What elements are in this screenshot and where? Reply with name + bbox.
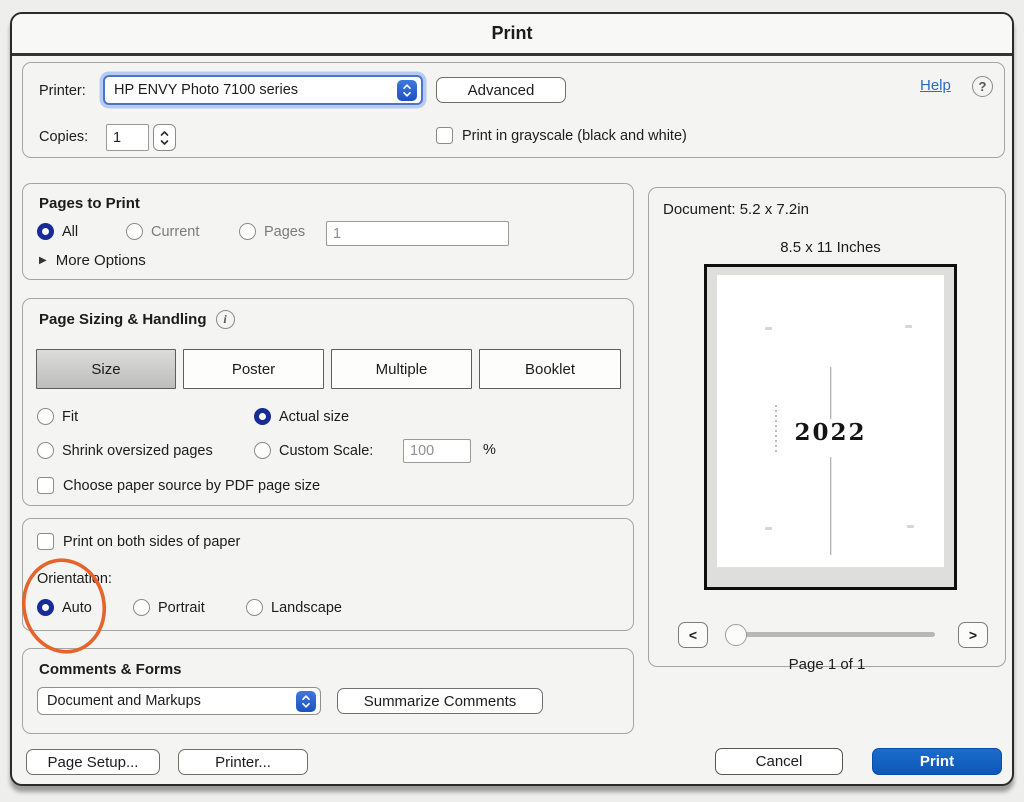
preview-smudge xyxy=(907,525,914,528)
radio-shrink-label: Shrink oversized pages xyxy=(62,443,213,459)
radio-auto-control[interactable] xyxy=(37,599,54,616)
stepper-arrows-icon xyxy=(159,129,170,147)
radio-shrink-control[interactable] xyxy=(37,442,54,459)
grayscale-checkbox-row[interactable]: Print in grayscale (black and white) xyxy=(436,127,687,144)
summarize-comments-button[interactable]: Summarize Comments xyxy=(337,688,543,714)
next-page-button[interactable]: > xyxy=(958,622,988,648)
more-options-label: More Options xyxy=(56,252,146,269)
cancel-button[interactable]: Cancel xyxy=(715,748,843,775)
radio-all-label: All xyxy=(62,224,78,240)
radio-portrait-control[interactable] xyxy=(133,599,150,616)
comments-title: Comments & Forms xyxy=(39,661,182,678)
radio-portrait[interactable]: Portrait xyxy=(133,599,205,616)
radio-actual-size-control[interactable] xyxy=(254,408,271,425)
page-setup-button[interactable]: Page Setup... xyxy=(26,749,160,775)
radio-fit-control[interactable] xyxy=(37,408,54,425)
dropdown-stepper-icon xyxy=(296,691,316,712)
radio-pages[interactable]: Pages xyxy=(239,223,305,240)
comments-select[interactable]: Document and Markups xyxy=(37,687,321,715)
paper-source-label: Choose paper source by PDF page size xyxy=(63,478,320,494)
disclosure-triangle-icon: ▶ xyxy=(39,255,47,266)
dropdown-stepper-icon xyxy=(397,80,417,101)
both-sides-checkbox[interactable] xyxy=(37,533,54,550)
preview-divider-line xyxy=(830,457,832,555)
tab-poster[interactable]: Poster xyxy=(183,349,324,389)
pages-to-print-title: Pages to Print xyxy=(39,195,140,212)
radio-actual-size-label: Actual size xyxy=(279,409,349,425)
dialog-title: Print xyxy=(491,23,532,44)
preview-slider-thumb[interactable] xyxy=(725,624,747,646)
tab-size[interactable]: Size xyxy=(36,349,176,389)
radio-portrait-label: Portrait xyxy=(158,600,205,616)
printer-label: Printer: xyxy=(39,83,86,99)
radio-custom-scale-label: Custom Scale: xyxy=(279,443,373,459)
dialog-titlebar: Print xyxy=(12,14,1012,56)
preview-smudge xyxy=(905,325,912,328)
advanced-button[interactable]: Advanced xyxy=(436,77,566,103)
previous-page-button[interactable]: < xyxy=(678,622,708,648)
grayscale-checkbox[interactable] xyxy=(436,127,453,144)
copies-stepper[interactable] xyxy=(153,124,176,151)
radio-current[interactable]: Current xyxy=(126,223,199,240)
radio-actual-size[interactable]: Actual size xyxy=(254,408,349,425)
printer-button[interactable]: Printer... xyxy=(178,749,308,775)
page-preview-content: 2022 xyxy=(717,275,944,567)
orientation-section: Print on both sides of paper Orientation… xyxy=(22,518,634,631)
radio-all-control[interactable] xyxy=(37,223,54,240)
paper-source-checkbox[interactable] xyxy=(37,477,54,494)
radio-custom-scale[interactable]: Custom Scale: xyxy=(254,442,373,459)
radio-fit-label: Fit xyxy=(62,409,78,425)
radio-custom-scale-control[interactable] xyxy=(254,442,271,459)
radio-all[interactable]: All xyxy=(37,223,78,240)
custom-scale-input[interactable] xyxy=(403,439,471,463)
radio-landscape-label: Landscape xyxy=(271,600,342,616)
radio-landscape[interactable]: Landscape xyxy=(246,599,342,616)
radio-pages-label: Pages xyxy=(264,224,305,240)
printer-select-value: HP ENVY Photo 7100 series xyxy=(114,82,397,98)
both-sides-checkbox-row[interactable]: Print on both sides of paper xyxy=(37,533,240,550)
info-icon[interactable]: i xyxy=(216,310,235,329)
percent-label: % xyxy=(483,442,496,458)
both-sides-label: Print on both sides of paper xyxy=(63,534,240,550)
paper-size-label: 8.5 x 11 Inches xyxy=(704,239,957,256)
radio-pages-control[interactable] xyxy=(239,223,256,240)
help-link[interactable]: Help xyxy=(920,77,951,94)
preview-smudge xyxy=(765,327,772,330)
more-options-toggle[interactable]: ▶ More Options xyxy=(39,252,146,269)
copies-input[interactable] xyxy=(106,124,149,151)
radio-auto[interactable]: Auto xyxy=(37,599,92,616)
paper-source-checkbox-row[interactable]: Choose paper source by PDF page size xyxy=(37,477,320,494)
preview-slider-track[interactable] xyxy=(731,632,935,637)
radio-landscape-control[interactable] xyxy=(246,599,263,616)
page-sizing-title: Page Sizing & Handling xyxy=(39,311,207,328)
tab-multiple[interactable]: Multiple xyxy=(331,349,472,389)
print-dialog: Print Printer: HP ENVY Photo 7100 series… xyxy=(10,12,1014,786)
document-size-label: Document: 5.2 x 7.2in xyxy=(663,201,809,218)
radio-current-label: Current xyxy=(151,224,199,240)
copies-label: Copies: xyxy=(39,129,88,145)
radio-current-control[interactable] xyxy=(126,223,143,240)
radio-fit[interactable]: Fit xyxy=(37,408,78,425)
preview-panel: Document: 5.2 x 7.2in 8.5 x 11 Inches 20… xyxy=(648,187,1006,667)
page-range-input[interactable] xyxy=(326,221,509,246)
pages-to-print-section: Pages to Print All Current Pages ▶ More … xyxy=(22,183,634,280)
preview-smudge xyxy=(765,527,772,530)
preview-year-text: 2022 xyxy=(717,419,944,446)
comments-section: Comments & Forms Document and Markups Su… xyxy=(22,648,634,734)
radio-shrink[interactable]: Shrink oversized pages xyxy=(37,442,213,459)
page-sizing-section: Page Sizing & Handling i Size Poster Mul… xyxy=(22,298,634,506)
preview-divider-line xyxy=(830,367,832,419)
comments-select-value: Document and Markups xyxy=(47,693,296,709)
page-preview: 2022 xyxy=(704,264,957,590)
printer-select[interactable]: HP ENVY Photo 7100 series xyxy=(103,75,423,105)
page-status: Page 1 of 1 xyxy=(649,656,1005,673)
orientation-label: Orientation: xyxy=(37,571,112,587)
help-question-icon[interactable]: ? xyxy=(972,76,993,97)
radio-auto-label: Auto xyxy=(62,600,92,616)
grayscale-label: Print in grayscale (black and white) xyxy=(462,128,687,144)
print-dialog-screen: { "window": { "title": "Print" }, "color… xyxy=(0,0,1024,802)
printer-section: Printer: HP ENVY Photo 7100 series Advan… xyxy=(22,62,1005,158)
print-button[interactable]: Print xyxy=(872,748,1002,775)
tab-booklet[interactable]: Booklet xyxy=(479,349,621,389)
